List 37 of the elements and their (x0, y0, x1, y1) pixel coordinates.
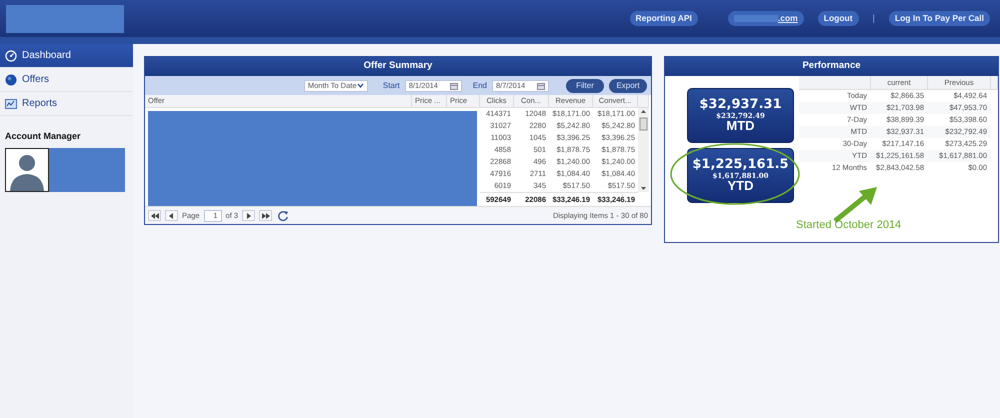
sidebar-item[interactable]: Reports (0, 92, 133, 116)
tile-label: YTD (728, 179, 754, 193)
header-link[interactable]: Log In To Pay Per Call (888, 11, 990, 26)
separator: | (872, 12, 875, 25)
section-title: Account Manager (5, 130, 82, 143)
tile-value: $32,937.31 (699, 98, 782, 112)
first-page-icon (149, 210, 160, 220)
caret-icon (356, 83, 364, 88)
sidebar-item[interactable]: Offers (0, 68, 133, 92)
panel-title: Offer Summary (145, 57, 651, 76)
field-label: End (472, 80, 487, 92)
account-link[interactable]: .com (728, 11, 804, 26)
tile-label: MTD (726, 119, 755, 133)
header-link[interactable]: Reporting API (630, 11, 698, 26)
toolbar-button[interactable]: Filter (566, 78, 604, 92)
last-page-icon (260, 210, 272, 220)
chart-icon (5, 98, 17, 110)
pager-button[interactable] (165, 210, 178, 221)
avatar-icon (5, 148, 49, 192)
header-link[interactable]: Logout (818, 11, 859, 26)
ball-icon (5, 74, 17, 86)
pager-button[interactable] (148, 210, 161, 221)
pager-button[interactable] (242, 210, 256, 221)
calendar-icon (450, 82, 458, 90)
gauge-icon (5, 50, 17, 62)
refresh-icon (276, 210, 289, 222)
column-header (991, 76, 998, 90)
pager-button[interactable] (259, 210, 272, 221)
annotation-text: Started October 2014 (796, 218, 902, 233)
column-header (638, 95, 649, 108)
calendar-icon (537, 82, 545, 90)
field-label: Start (382, 80, 400, 92)
panel-title: Performance (665, 57, 998, 76)
tile-value: $1,225,161.5 (692, 158, 789, 172)
sidebar-item[interactable]: Dashboard (0, 44, 133, 68)
toolbar-button[interactable]: Export (609, 78, 647, 92)
refresh-button[interactable] (276, 210, 290, 221)
